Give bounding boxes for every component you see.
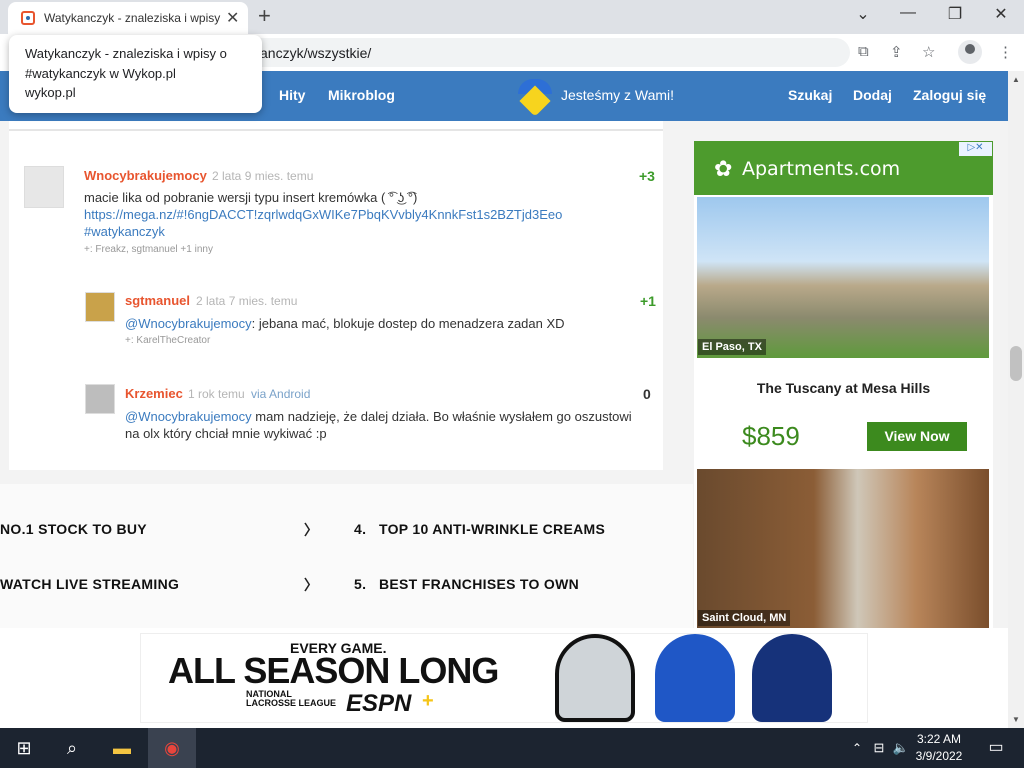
avatar[interactable] [85,292,115,322]
chrome-icon: ◉ [164,738,180,758]
close-window-button[interactable]: ✕ [981,4,1021,24]
property-photo[interactable] [697,197,989,358]
comment-score[interactable]: +3 [639,168,655,184]
search-icon[interactable]: ⌕ [48,728,96,768]
banner-headline: ALL SEASON LONG [168,650,499,691]
card-top-edge [9,121,663,129]
comment-time[interactable]: 2 lata 7 mies. temu [196,294,297,308]
url-text[interactable]: anczyk/wszystkie/ [260,45,371,61]
comment-username[interactable]: Wnocybrakujemocy [84,168,207,183]
chrome-taskbar-button[interactable]: ◉ [148,728,196,768]
tab-strip: Watykanczyk - znaleziska i wpisy ✕ + ⌄ —… [0,0,1024,34]
new-tab-button[interactable]: + [258,3,271,29]
comment-text-line2: na olx który chciał mnie wykiwać :p [125,426,327,441]
sponsored-links-area [0,484,693,628]
player-helmet-image [555,634,635,722]
avatar[interactable] [24,166,64,208]
page-scrollbar[interactable] [1008,71,1024,728]
location-label: El Paso, TX [698,339,766,355]
scrollbar-thumb[interactable] [1010,346,1022,381]
comment-pluses[interactable]: +: Freakz, sgtmanuel +1 inny [84,244,213,255]
comment-pluses[interactable]: +: KarelTheCreator [125,335,210,346]
comment-via[interactable]: via Android [251,387,310,401]
tab-title: Watykanczyk - znaleziska i wpisy [44,11,221,25]
player-helmet-image [655,634,735,722]
close-tab-icon[interactable]: ✕ [226,8,239,28]
ad-number: 4. [354,521,367,537]
clock-time: 3:22 AM [916,732,962,746]
clock-date: 3/9/2022 [915,749,963,763]
nav-search[interactable]: Szukaj [788,87,832,103]
comment-link[interactable]: https://mega.nz/#!6ngDACCT!zqrlwdqGxWIKe… [84,206,562,223]
nav-add[interactable]: Dodaj [853,87,892,103]
player-helmet-image [752,634,832,722]
support-banner-text[interactable]: Jesteśmy z Wami! [561,87,674,103]
comment-score[interactable]: +1 [640,293,656,309]
browser-tab[interactable]: Watykanczyk - znaleziska i wpisy ✕ [8,2,248,34]
comment-username[interactable]: Krzemiec [125,386,183,401]
tooltip-domain: wykop.pl [25,85,76,100]
apartments-logo-icon: ✿ [714,156,733,181]
tab-hover-tooltip: Watykanczyk - znaleziska i wpisy o #waty… [9,35,262,113]
chevron-right-icon[interactable]: 〉 [304,520,318,540]
mention-link[interactable]: @Wnocybrakujemocy [125,316,252,331]
share-icon[interactable]: ⇪ [890,43,903,61]
mention-link[interactable]: @Wnocybrakujemocy [125,409,252,424]
translate-icon[interactable]: ⧉ [858,43,869,60]
property-name[interactable]: The Tuscany at Mesa Hills [694,380,993,396]
adchoices-icon[interactable]: ▷✕ [959,142,992,156]
location-label: Saint Cloud, MN [698,610,791,626]
comment-time[interactable]: 2 lata 9 mies. temu [212,169,313,183]
avatar[interactable] [85,384,115,414]
notification-icon[interactable]: ▭ [972,728,1020,768]
menu-kebab-icon[interactable]: ⋮ [998,43,1013,61]
comment-tag-link[interactable]: #watykanczyk [84,223,165,240]
espn-plus-mark: + [422,690,434,712]
system-clock[interactable]: 3:22 AM 3/9/2022 [906,731,972,765]
property-price: $859 [742,421,800,451]
windows-taskbar: ⊞ ⌕ ▬ ◉ ⌃ ⊟ 🔈 3:22 AM 3/9/2022 ▭ [0,728,1024,768]
chevron-right-icon[interactable]: 〉 [304,575,318,595]
ad-link-franchises[interactable]: BEST FRANCHISES TO OWN [379,576,579,592]
comment-time[interactable]: 1 rok temu [188,387,245,401]
minimize-button[interactable]: — [888,4,928,22]
tab-search-icon[interactable]: ⌄ [843,4,883,24]
scroll-up-icon[interactable]: ▲ [1012,75,1020,84]
bookmark-star-icon[interactable]: ☆ [922,43,935,61]
wykop-favicon-icon [21,11,35,25]
ad-link-streaming[interactable]: WATCH LIVE STREAMING [0,576,179,592]
maximize-button[interactable]: ❐ [935,4,975,24]
comment-score[interactable]: 0 [643,386,651,402]
scroll-down-icon[interactable]: ▼ [1012,715,1020,724]
ad-number: 5. [354,576,367,592]
nav-microblog[interactable]: Mikroblog [328,87,395,103]
nav-login[interactable]: Zaloguj się [913,87,986,103]
profile-avatar-icon[interactable] [958,40,982,64]
espn-logo: ESPN [346,690,412,717]
view-now-button[interactable]: View Now [867,422,967,451]
nav-hits[interactable]: Hity [279,87,305,103]
ad-link-creams[interactable]: TOP 10 ANTI-WRINKLE CREAMS [379,521,605,537]
apartments-brand[interactable]: Apartments.com [742,158,900,180]
windows-start-icon[interactable]: ⊞ [0,728,48,768]
comment-text: mam nadzieję, że dalej działa. Bo właśni… [251,409,632,424]
comment-username[interactable]: sgtmanuel [125,293,190,308]
property-photo[interactable] [697,469,989,628]
ad-link-stock[interactable]: NO.1 STOCK TO BUY [0,521,147,537]
comment-text: macie lika od pobranie wersji typu inser… [84,190,418,205]
ukraine-heart-icon [518,79,552,109]
comment-text: : jebana mać, blokuje dostep do menadzer… [251,316,565,331]
file-explorer-icon[interactable]: ▬ [98,728,146,768]
tooltip-title: Watykanczyk - znaleziska i wpisy o #waty… [25,46,227,81]
nll-logo: NATIONAL LACROSSE LEAGUE [246,689,337,708]
